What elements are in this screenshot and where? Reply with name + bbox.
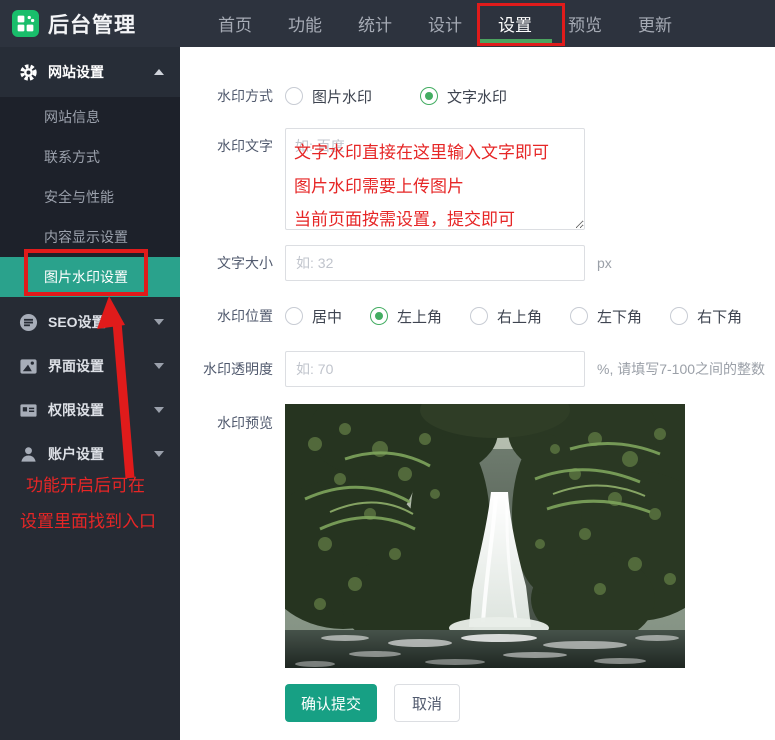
- sidebar-item-content-display[interactable]: 内容显示设置: [0, 217, 180, 257]
- app-title: 后台管理: [48, 9, 136, 39]
- watermark-position-label: 水印位置: [180, 306, 273, 326]
- id-card-icon: [18, 400, 38, 420]
- sidebar-item-contact[interactable]: 联系方式: [0, 137, 180, 177]
- px-unit-suffix: px: [597, 255, 612, 271]
- sidebar-item-website-info[interactable]: 网站信息: [0, 97, 180, 137]
- nav-item-statistics[interactable]: 统计: [340, 0, 410, 47]
- watermark-opacity-row: 水印透明度 %, 请填写7-100之间的整数: [180, 350, 765, 388]
- watermark-text-label: 水印文字: [180, 128, 273, 230]
- radio-image-watermark[interactable]: 图片水印: [285, 86, 372, 107]
- radio-position-bottom-right[interactable]: 右下角: [670, 306, 742, 327]
- radio-circle[interactable]: [570, 307, 588, 325]
- radio-circle-checked[interactable]: [420, 87, 438, 105]
- caret-down-icon: [154, 363, 164, 369]
- radio-circle[interactable]: [285, 87, 303, 105]
- grid-logo-icon: [12, 10, 39, 37]
- list-circle-icon: [18, 312, 38, 332]
- submit-button[interactable]: 确认提交: [285, 684, 377, 722]
- cancel-button[interactable]: 取消: [394, 684, 460, 722]
- sidebar-group-label: 网站设置: [48, 62, 104, 82]
- form-actions-row: 确认提交 取消: [285, 684, 460, 722]
- caret-up-icon: [154, 69, 164, 75]
- watermark-settings-form: 水印方式 图片水印 文字水印 水印文字 文字水印直接在这里输入文字即可 图片水印…: [180, 47, 775, 740]
- radio-position-bottom-left[interactable]: 左下角: [570, 306, 642, 327]
- sidebar-group-seo[interactable]: SEO设置: [0, 300, 180, 344]
- sidebar-group-account[interactable]: 账户设置: [0, 432, 180, 476]
- nav-menu: 首页 功能 统计 设计 设置 预览 更新: [200, 0, 690, 47]
- top-navbar: 后台管理 首页 功能 统计 设计 设置 预览 更新: [0, 0, 775, 47]
- sidebar-submenu: 网站信息 联系方式 安全与性能 内容显示设置 图片水印设置: [0, 97, 180, 297]
- image-icon: [18, 356, 38, 376]
- sidebar-groups: SEO设置 界面设置 权限: [0, 300, 180, 476]
- active-tab-underline: [478, 39, 552, 46]
- app-logo: 后台管理: [0, 9, 180, 39]
- watermark-preview-image: [285, 404, 685, 668]
- sidebar-group-permissions[interactable]: 权限设置: [0, 388, 180, 432]
- sidebar-group-website-settings[interactable]: 网站设置: [0, 47, 180, 97]
- annotation-text-line2: 设置里面找到入口: [20, 507, 156, 532]
- watermark-method-label: 水印方式: [180, 86, 273, 106]
- opacity-hint-suffix: %, 请填写7-100之间的整数: [597, 359, 765, 379]
- radio-circle[interactable]: [670, 307, 688, 325]
- sidebar-item-security-performance[interactable]: 安全与性能: [0, 177, 180, 217]
- gear-icon: [18, 62, 38, 82]
- radio-position-top-left[interactable]: 左上角: [370, 306, 442, 327]
- radio-circle[interactable]: [470, 307, 488, 325]
- watermark-opacity-label: 水印透明度: [180, 359, 273, 379]
- radio-circle[interactable]: [285, 307, 303, 325]
- watermark-preview-label: 水印预览: [180, 404, 273, 668]
- text-size-row: 文字大小 px: [180, 244, 612, 282]
- sidebar: 网站设置 网站信息 联系方式 安全与性能 内容显示设置 图片水印设置 SEO设置: [0, 47, 180, 740]
- nav-item-preview[interactable]: 预览: [550, 0, 620, 47]
- radio-position-top-right[interactable]: 右上角: [470, 306, 542, 327]
- watermark-method-row: 水印方式 图片水印 文字水印: [180, 81, 555, 111]
- user-icon: [18, 444, 38, 464]
- nav-item-settings[interactable]: 设置: [480, 0, 550, 47]
- sidebar-item-image-watermark[interactable]: 图片水印设置: [0, 257, 180, 297]
- watermark-preview-row: 水印预览: [180, 404, 685, 668]
- radio-position-center[interactable]: 居中: [285, 306, 342, 327]
- caret-down-icon: [154, 407, 164, 413]
- caret-down-icon: [154, 451, 164, 457]
- watermark-position-row: 水印位置 居中 左上角 右上角 左下角 右下角: [180, 301, 770, 331]
- watermark-text-textarea[interactable]: [285, 128, 585, 230]
- nav-item-home[interactable]: 首页: [200, 0, 270, 47]
- radio-circle-checked[interactable]: [370, 307, 388, 325]
- watermark-text-row: 水印文字 文字水印直接在这里输入文字即可 图片水印需要上传图片 当前页面按需设置…: [180, 128, 585, 230]
- text-size-input[interactable]: [285, 245, 585, 281]
- nav-item-features[interactable]: 功能: [270, 0, 340, 47]
- text-size-label: 文字大小: [180, 253, 273, 273]
- sidebar-group-interface[interactable]: 界面设置: [0, 344, 180, 388]
- radio-text-watermark[interactable]: 文字水印: [420, 86, 507, 107]
- nav-item-update[interactable]: 更新: [620, 0, 690, 47]
- nav-item-design[interactable]: 设计: [410, 0, 480, 47]
- opacity-input[interactable]: [285, 351, 585, 387]
- caret-down-icon: [154, 319, 164, 325]
